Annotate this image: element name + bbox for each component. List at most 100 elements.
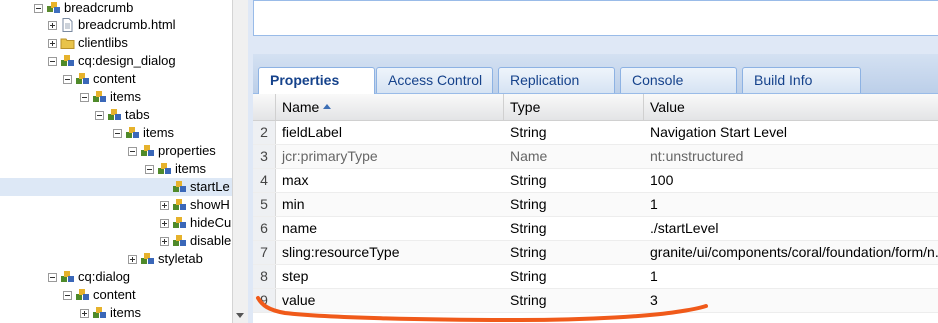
tree-node[interactable]: startLe [160,178,230,196]
tree-node[interactable]: items [80,304,141,322]
collapse-icon[interactable] [34,3,43,13]
expand-icon[interactable] [160,236,169,246]
cell-value[interactable]: Navigation Start Level [644,121,938,144]
tree-node[interactable]: cq:dialog [48,268,130,286]
tree-scrollbar[interactable] [232,0,248,323]
cell-type[interactable]: String [504,193,644,216]
table-row[interactable]: 2 fieldLabel String Navigation Start Level [253,121,938,145]
sort-ascending-icon [323,103,332,109]
table-row[interactable]: 7 sling:resourceType String granite/ui/comp… [253,241,938,265]
tab-build-info[interactable]: Build Info [742,67,861,93]
table-row[interactable]: 9 value String 3 [253,289,938,313]
expand-icon[interactable] [160,200,169,210]
cell-type[interactable]: String [504,241,644,264]
table-row[interactable]: 5 min String 1 [253,193,938,217]
tab-properties[interactable]: Properties [258,67,375,94]
tree-node[interactable]: breadcrumb.html [48,16,176,34]
tree-node[interactable]: items [145,160,206,178]
collapse-icon[interactable] [113,128,122,138]
tree-node[interactable]: content [63,70,136,88]
node-icon [76,73,89,84]
cell-value[interactable]: ./startLevel [644,217,938,240]
tree-node[interactable]: breadcrumb [34,0,133,17]
tree-node[interactable]: tabs [95,106,150,124]
expand-icon[interactable] [128,254,137,264]
tree-node[interactable]: clientlibs [48,34,128,52]
collapse-icon[interactable] [128,146,137,156]
tree-node[interactable]: items [113,124,174,142]
column-header-type[interactable]: Type [504,94,644,120]
tree-node[interactable]: cq:design_dialog [48,52,176,70]
tree-node[interactable]: properties [128,142,216,160]
expand-icon[interactable] [48,38,57,48]
editor-panel [253,0,938,36]
expand-icon[interactable] [160,218,169,228]
cell-type[interactable]: String [504,265,644,288]
cell-value[interactable]: 100 [644,169,938,192]
collapse-icon[interactable] [63,74,72,84]
tree-node[interactable]: items [80,88,141,106]
tree-node[interactable]: styletab [128,250,203,268]
tab-label: Replication [510,72,580,88]
header-label: Name [282,99,320,115]
row-number: 5 [253,193,276,216]
cell-type[interactable]: String [504,289,644,312]
collapse-icon[interactable] [80,92,89,102]
repository-tree: breadcrumb breadcrumb.html clientlibs cq:de… [0,0,232,323]
cell-type[interactable]: String [504,217,644,240]
tree-node-label: properties [158,143,216,158]
collapse-icon[interactable] [145,164,154,174]
file-icon [62,18,73,32]
cell-name[interactable]: min [276,193,504,216]
node-icon [126,127,139,138]
cell-type[interactable]: String [504,121,644,144]
cell-type[interactable]: String [504,169,644,192]
cell-value[interactable]: 3 [644,289,938,312]
cell-value[interactable]: granite/ui/components/coral/foundation/f… [644,241,938,264]
cell-name[interactable]: step [276,265,504,288]
row-number: 9 [253,289,276,312]
tree-node[interactable]: content [63,286,136,304]
collapse-icon[interactable] [48,56,57,66]
tab-replication[interactable]: Replication [498,67,615,93]
tree-node-label: items [175,161,207,176]
cell-value[interactable]: 1 [644,193,938,216]
collapse-icon[interactable] [63,290,72,300]
expand-icon[interactable] [80,308,89,318]
cell-name[interactable]: value [276,289,504,312]
tree-node-label: clientlibs [78,35,128,50]
table-row[interactable]: 3 jcr:primaryType Name nt:unstructured [253,145,938,169]
collapse-icon[interactable] [48,272,57,282]
node-icon [158,163,171,174]
column-header-value[interactable]: Value [644,94,938,120]
properties-grid: Name Type Value 2 fieldLabel String Navigat… [253,94,938,323]
cell-name[interactable]: fieldLabel [276,121,504,144]
table-row[interactable]: 4 max String 100 [253,169,938,193]
expand-icon[interactable] [48,20,57,30]
table-row[interactable]: 6 name String ./startLevel [253,217,938,241]
tree-node-label: disable [190,233,232,248]
cell-value[interactable]: nt:unstructured [644,145,938,168]
node-icon [173,181,186,192]
cell-name[interactable]: jcr:primaryType [276,145,504,168]
tab-bar: Properties Access Control Replication Co… [253,54,938,94]
cell-name[interactable]: sling:resourceType [276,241,504,264]
cell-name[interactable]: name [276,217,504,240]
cell-type[interactable]: Name [504,145,644,168]
row-number: 8 [253,265,276,288]
tree-node-label: content [93,71,136,86]
table-row[interactable]: 8 step String 1 [253,265,938,289]
tab-label: Access Control [388,72,483,88]
tab-access-control[interactable]: Access Control [376,67,493,93]
cell-name[interactable]: max [276,169,504,192]
tab-label: Console [632,72,684,88]
column-header-name[interactable]: Name [276,94,504,120]
cell-value[interactable]: 1 [644,265,938,288]
scroll-down-arrow-icon[interactable] [236,313,244,318]
tree-node[interactable]: hideCu [160,214,231,232]
tree-node[interactable]: disable [160,232,231,250]
collapse-icon[interactable] [95,110,104,120]
tab-console[interactable]: Console [620,67,737,93]
tree-node[interactable]: showH [160,196,230,214]
